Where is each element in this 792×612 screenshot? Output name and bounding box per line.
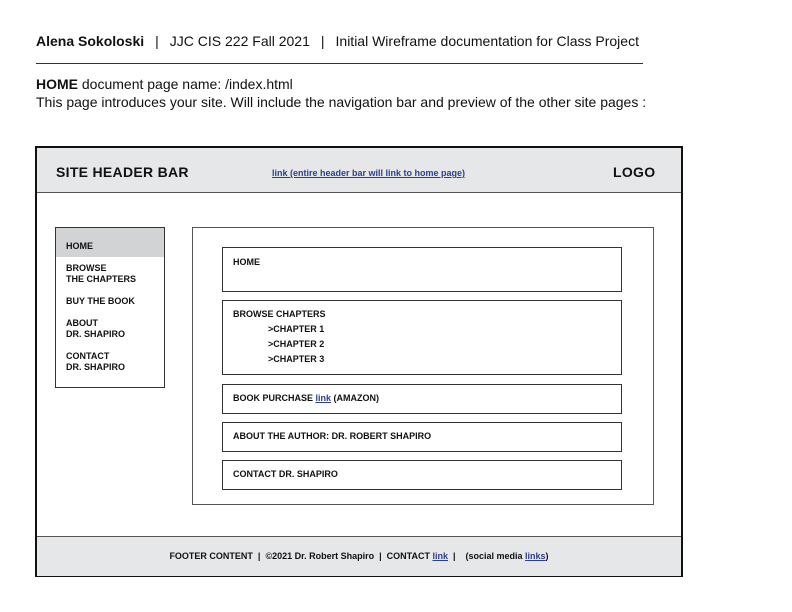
footer-social-links[interactable]: links: [525, 551, 546, 561]
nav-item-label: HOME: [66, 241, 93, 251]
card-title: CONTACT DR. SHAPIRO: [233, 469, 338, 479]
nav-item-label: CONTACT: [66, 351, 110, 361]
footer-prefix: FOOTER CONTENT | ©2021 Dr. Robert Shapir…: [169, 551, 433, 561]
card-home[interactable]: HOME: [222, 247, 622, 292]
footer-suffix: ): [545, 551, 549, 561]
page-name-line: HOME document page name: /index.html: [36, 76, 293, 92]
footer-middle: | (social media: [447, 551, 526, 561]
header-home-link[interactable]: link (entire header bar will link to hom…: [272, 168, 465, 178]
nav-item-label: ABOUT: [66, 318, 98, 328]
card-book-purchase: BOOK PURCHASE link (AMAZON): [222, 384, 622, 414]
site-footer-bar: FOOTER CONTENT | ©2021 Dr. Robert Shapir…: [37, 536, 681, 576]
title-separator: |: [320, 33, 325, 49]
page-label: HOME: [36, 76, 78, 92]
nav-item-label: BUY THE BOOK: [66, 296, 135, 306]
amazon-purchase-link[interactable]: link: [316, 393, 332, 403]
footer-text: FOOTER CONTENT | ©2021 Dr. Robert Shapir…: [37, 551, 681, 561]
card-title-prefix: BOOK PURCHASE: [233, 393, 316, 403]
doc-description: Initial Wireframe documentation for Clas…: [335, 33, 639, 49]
card-title-suffix: (AMAZON): [331, 393, 380, 403]
card-title: BROWSE CHAPTERS: [233, 309, 326, 319]
nav-item-label: DR. SHAPIRO: [66, 329, 126, 339]
card-title: BOOK PURCHASE link (AMAZON): [233, 393, 379, 403]
chapter-link-1[interactable]: >CHAPTER 1: [268, 324, 324, 334]
course-name: JJC CIS 222 Fall 2021: [169, 33, 310, 49]
card-browse-chapters[interactable]: BROWSE CHAPTERS >CHAPTER 1 >CHAPTER 2 >C…: [222, 300, 622, 375]
page-name-text: document page name: /index.html: [81, 76, 293, 92]
chapter-link-3[interactable]: >CHAPTER 3: [268, 354, 324, 364]
nav-item-buy[interactable]: BUY THE BOOK: [56, 296, 164, 307]
card-title: HOME: [233, 257, 260, 267]
nav-item-label: THE CHAPTERS: [66, 274, 137, 284]
nav-sidebar: HOME BROWSE THE CHAPTERS BUY THE BOOK AB…: [55, 227, 165, 388]
author-name: Alena Sokoloski: [36, 33, 145, 49]
page-intro: This page introduces your site. Will inc…: [36, 94, 647, 110]
wireframe-frame: SITE HEADER BAR link (entire header bar …: [35, 146, 683, 577]
title-divider: [36, 63, 643, 64]
site-header-title: SITE HEADER BAR: [56, 164, 189, 180]
card-about-author[interactable]: ABOUT THE AUTHOR: DR. ROBERT SHAPIRO: [222, 422, 622, 452]
nav-item-label: BROWSE: [66, 263, 107, 273]
nav-item-label: DR. SHAPIRO: [66, 362, 126, 372]
nav-item-about[interactable]: ABOUT DR. SHAPIRO: [56, 318, 164, 340]
chapter-link-2[interactable]: >CHAPTER 2: [268, 339, 324, 349]
card-contact[interactable]: CONTACT DR. SHAPIRO: [222, 460, 622, 490]
document-title: Alena Sokoloski | JJC CIS 222 Fall 2021 | In…: [36, 33, 639, 49]
nav-item-contact[interactable]: CONTACT DR. SHAPIRO: [56, 351, 164, 373]
card-title: ABOUT THE AUTHOR: DR. ROBERT SHAPIRO: [233, 431, 432, 441]
content-preview: HOME BROWSE CHAPTERS >CHAPTER 1 >CHAPTER…: [192, 227, 654, 505]
site-header-bar[interactable]: SITE HEADER BAR link (entire header bar …: [37, 148, 681, 193]
nav-item-home[interactable]: HOME: [56, 228, 164, 257]
title-separator: |: [155, 33, 159, 49]
footer-contact-link[interactable]: link: [432, 551, 448, 561]
nav-item-browse[interactable]: BROWSE THE CHAPTERS: [56, 263, 164, 285]
logo[interactable]: LOGO: [613, 164, 655, 180]
